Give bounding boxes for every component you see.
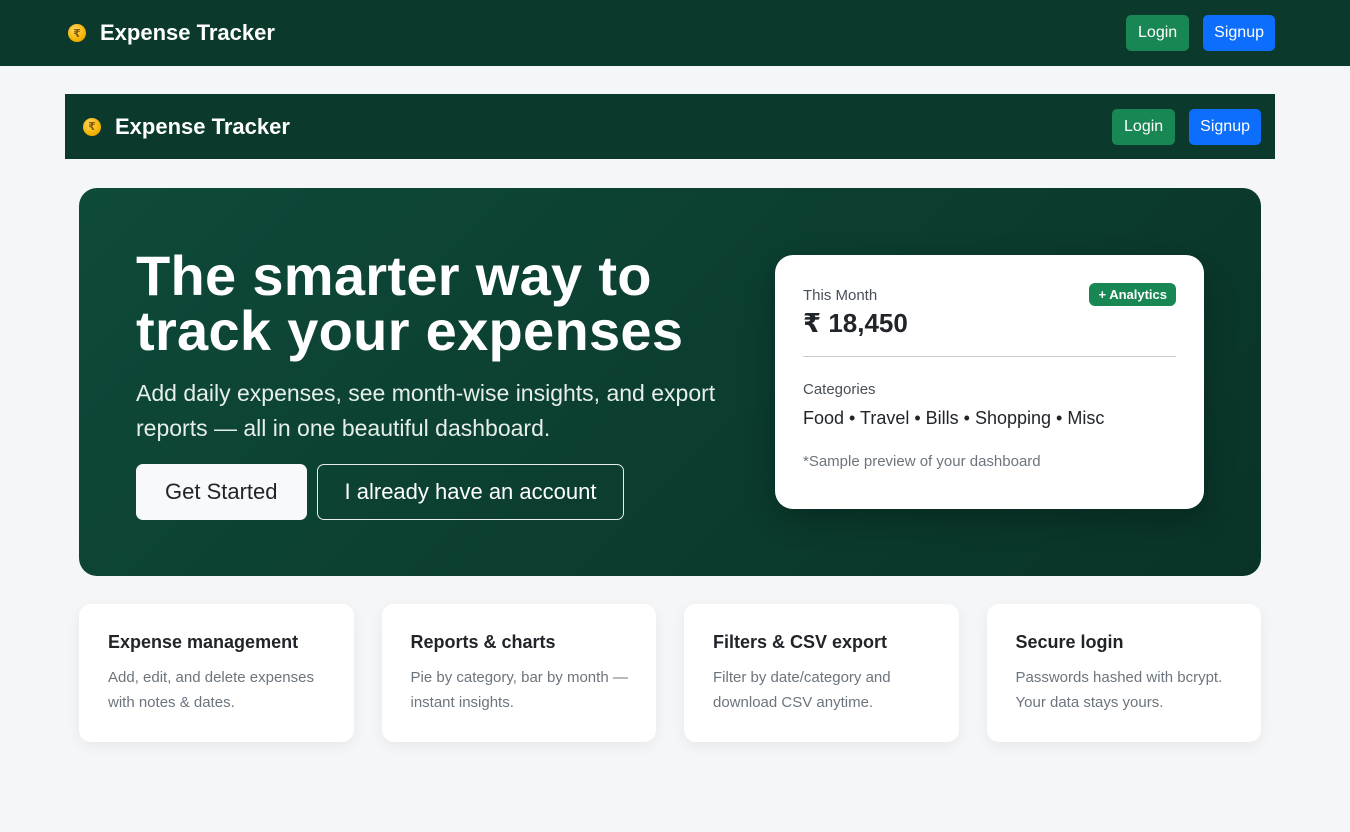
categories-label: Categories (803, 381, 876, 398)
existing-account-button[interactable]: I already have an account (316, 464, 625, 520)
brand-name: Expense Tracker (100, 20, 275, 45)
preview-note: *Sample preview of your dashboard (803, 453, 1041, 470)
inner-nav-actions: Login Signup (1112, 108, 1261, 145)
signup-button[interactable]: Signup (1203, 15, 1275, 51)
feature-description: Add, edit, and delete expenses with note… (108, 669, 314, 711)
login-button[interactable]: Login (1126, 15, 1190, 51)
inner-brand[interactable]: ₹ Expense Tracker (83, 114, 290, 140)
feature-title: Secure login (1015, 632, 1124, 652)
divider (803, 356, 1176, 357)
inner-login-button[interactable]: Login (1112, 108, 1176, 145)
feature-card-secure-login: Secure login Passwords hashed with bcryp… (986, 604, 1261, 742)
feature-title: Filters & CSV export (713, 632, 888, 652)
brand[interactable]: ₹ Expense Tracker (68, 20, 275, 46)
hero-subtitle: Add daily expenses, see month-wise insig… (136, 380, 716, 441)
rupee-coin-icon: ₹ (68, 24, 86, 42)
feature-title: Reports & charts (410, 632, 556, 652)
nav-actions: Login Signup (1126, 15, 1275, 51)
features-row: Expense management Add, edit, and delete… (79, 604, 1261, 742)
feature-description: Pie by category, bar by month — instant … (410, 669, 628, 711)
get-started-button[interactable]: Get Started (136, 464, 307, 520)
feature-description: Filter by date/category and download CSV… (713, 669, 891, 711)
feature-card-filters-csv: Filters & CSV export Filter by date/cate… (684, 604, 959, 742)
monthly-amount: ₹ 18,450 (803, 308, 908, 338)
inner-navbar: ₹ Expense Tracker Login Signup (65, 94, 1275, 159)
inner-brand-name: Expense Tracker (115, 113, 290, 139)
feature-title: Expense management (108, 632, 299, 652)
analytics-badge: + Analytics (1089, 283, 1176, 306)
feature-card-expense-management: Expense management Add, edit, and delete… (79, 604, 354, 742)
dashboard-preview-card: This Month + Analytics ₹ 18,450 Categori… (775, 255, 1204, 509)
feature-description: Passwords hashed with bcrypt. Your data … (1015, 669, 1223, 711)
hero-title: The smarter way to track your expenses (136, 244, 684, 362)
hero-section: The smarter way to track your expenses A… (79, 188, 1261, 576)
hero-actions: Get Started I already have an account (136, 464, 625, 520)
categories-list: Food • Travel • Bills • Shopping • Misc (803, 408, 1105, 428)
feature-card-reports-charts: Reports & charts Pie by category, bar by… (381, 604, 656, 742)
top-navbar: ₹ Expense Tracker Login Signup (0, 0, 1350, 66)
rupee-coin-icon: ₹ (83, 117, 101, 136)
inner-signup-button[interactable]: Signup (1189, 108, 1261, 145)
